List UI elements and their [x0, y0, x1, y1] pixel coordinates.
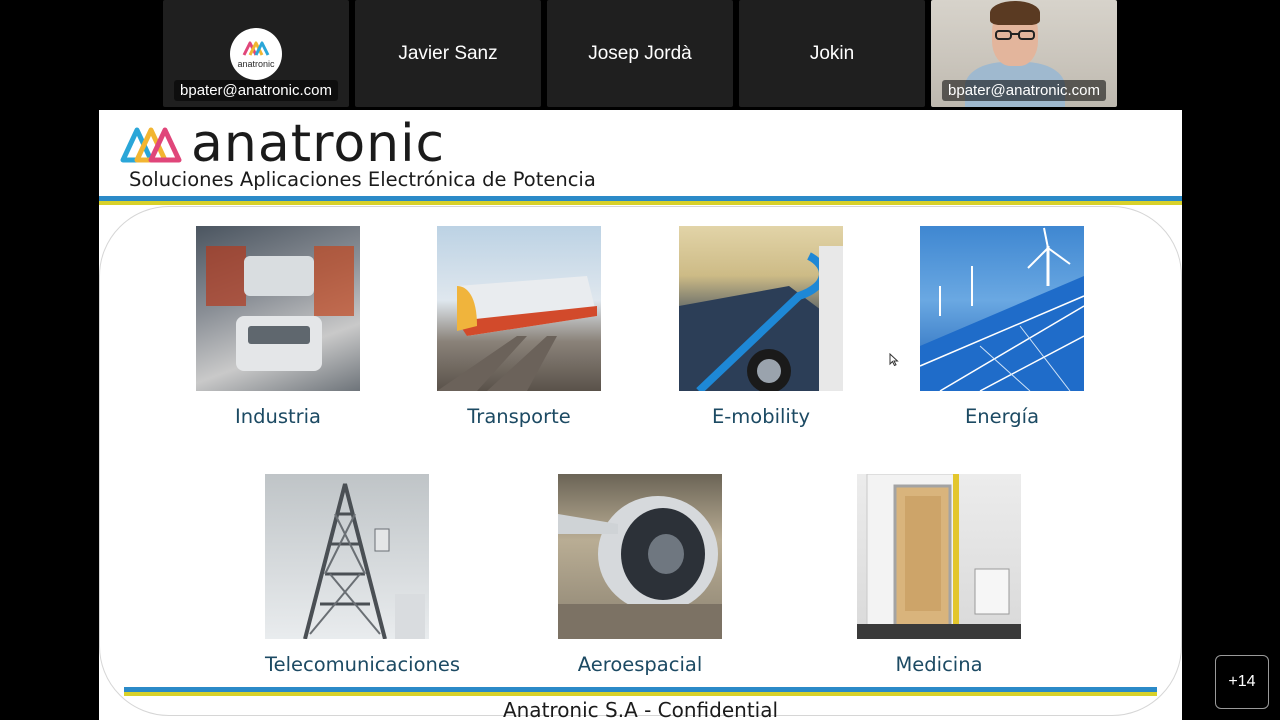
- participant-tile-3[interactable]: Josep Jordà: [547, 0, 733, 107]
- more-participants-button[interactable]: +14: [1215, 655, 1269, 709]
- sector-card-medicina: Medicina: [857, 474, 1021, 676]
- sector-card-e-mobility: E-mobility: [679, 226, 843, 428]
- sector-card-aeroespacial: Aeroespacial: [558, 474, 722, 676]
- sector-label: Energía: [964, 405, 1040, 428]
- header-stripe-yellow: [99, 201, 1182, 205]
- participant-video-hair: [990, 1, 1040, 25]
- factory-robots-image: [196, 226, 360, 391]
- medical-chamber-image: [857, 474, 1021, 639]
- tagline: Soluciones Aplicaciones Electrónica de P…: [129, 168, 596, 191]
- participant-name: Javier Sanz: [398, 42, 498, 64]
- sector-card-industria: Industria: [196, 226, 360, 428]
- slide-footer: Anatronic S.A - Confidential: [502, 698, 779, 720]
- participant-tile-4[interactable]: Jokin: [739, 0, 925, 107]
- participant-email: bpater@anatronic.com: [942, 80, 1106, 101]
- sector-label: Aeroespacial: [577, 653, 703, 676]
- ev-charging-image: [679, 226, 843, 391]
- avatar-text: anatronic: [237, 58, 275, 69]
- glasses-icon: [995, 30, 1035, 40]
- sector-label: Medicina: [895, 653, 983, 676]
- participant-tile-2[interactable]: Javier Sanz: [355, 0, 541, 107]
- solar-wind-image: [920, 226, 1084, 391]
- footer-stripe-yellow: [124, 692, 1157, 696]
- mouse-cursor-icon: [889, 353, 899, 367]
- train-image: [437, 226, 601, 391]
- participant-email: bpater@anatronic.com: [174, 80, 338, 101]
- participant-video-tile[interactable]: bpater@anatronic.com: [931, 0, 1117, 107]
- sector-card-telecomunicaciones: Telecomunicaciones: [265, 474, 461, 676]
- participant-tile-1[interactable]: anatronic bpater@anatronic.com: [163, 0, 349, 107]
- shared-slide: anatronic Soluciones Aplicaciones Electr…: [99, 110, 1182, 720]
- participant-name: Josep Jordà: [588, 42, 692, 64]
- sector-label: E-mobility: [711, 405, 811, 428]
- anatronic-logo-icon: [120, 127, 182, 163]
- sector-label: Transporte: [467, 405, 571, 428]
- sector-label: Telecomunicaciones: [265, 653, 461, 676]
- sector-card-energia: Energía: [920, 226, 1084, 428]
- sector-label: Industria: [234, 405, 322, 428]
- participant-name: Jokin: [809, 42, 855, 64]
- sector-card-transporte: Transporte: [437, 226, 601, 428]
- anatronic-logo-icon: [242, 41, 270, 56]
- participant-avatar: anatronic: [230, 28, 282, 80]
- telecom-tower-image: [265, 474, 429, 639]
- brand-name: anatronic: [191, 114, 446, 174]
- jet-engine-image: [558, 474, 722, 639]
